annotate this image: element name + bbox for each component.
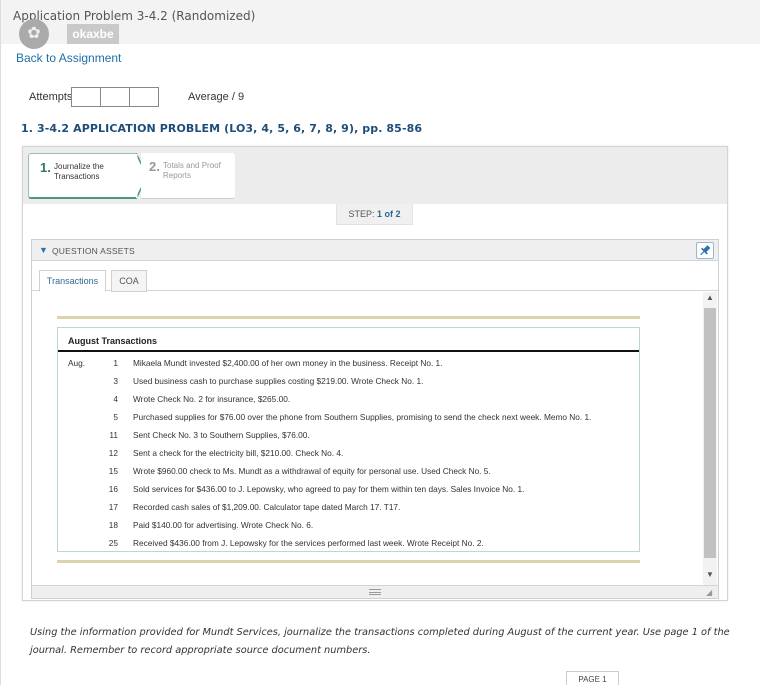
scroll-thumb[interactable]: [704, 308, 716, 558]
txn-description: Paid $140.00 for advertising. Wrote Chec…: [133, 520, 314, 530]
table-row: 17 Recorded cash sales of $1,209.00. Calc…: [58, 497, 639, 515]
table-row: 15 Wrote $960.00 check to Ms. Mundt as a …: [58, 461, 639, 479]
question-assets-panel: ▼ QUESTION ASSETS Transactions COA Augus…: [31, 239, 719, 599]
step-panel: 1. Journalize the Transactions 2. Totals…: [22, 146, 728, 601]
scroll-up-icon[interactable]: ▲: [706, 293, 714, 302]
back-to-assignment-link[interactable]: Back to Assignment: [16, 51, 121, 65]
tab-coa[interactable]: COA: [111, 270, 147, 292]
txn-description: Used business cash to purchase supplies …: [133, 376, 424, 386]
txn-day: 15: [108, 466, 118, 476]
step-indicator: STEP: 1 of 2: [336, 204, 413, 225]
table-row: 18 Paid $140.00 for advertising. Wrote Ch…: [58, 515, 639, 533]
table-row: 3 Used business cash to purchase supplies…: [58, 371, 639, 389]
step-tab-totals[interactable]: 2. Totals and Proof Reports: [141, 153, 235, 199]
page: Application Problem 3-4.2 (Randomized) ✿…: [0, 0, 760, 685]
instructions-text: Using the information provided for Mundt…: [30, 627, 730, 656]
attempt-boxes: [71, 87, 159, 107]
txn-description: Sent a check for the electricity bill, $…: [133, 448, 344, 458]
txn-description: Wrote Check No. 2 for insurance, $265.00…: [133, 394, 291, 404]
divider: [58, 350, 639, 352]
attempt-box: [100, 87, 130, 107]
txn-day: 17: [108, 502, 118, 512]
table-row: 12 Sent a check for the electricity bill,…: [58, 443, 639, 461]
problem-heading: 1. 3-4.2 APPLICATION PROBLEM (LO3, 4, 5,…: [21, 122, 423, 135]
average-label: Average / 9: [188, 91, 245, 103]
txn-day: 11: [109, 430, 118, 440]
attempts-label: Attempts: [29, 91, 73, 103]
step-indicator-prefix: STEP:: [348, 209, 377, 219]
txn-description: Wrote $960.00 check to Ms. Mundt as a wi…: [133, 466, 491, 476]
user-avatar-icon[interactable]: ✿: [19, 19, 49, 49]
caret-down-icon[interactable]: ▼: [39, 245, 48, 255]
table-row: 25 Received $436.00 from J. Lepowsky for …: [58, 533, 639, 551]
question-assets-title: QUESTION ASSETS: [52, 246, 135, 256]
question-assets-header[interactable]: ▼ QUESTION ASSETS: [32, 240, 718, 261]
pin-button[interactable]: [696, 242, 714, 259]
corner-resize-icon[interactable]: ◢: [706, 588, 712, 597]
table-row: 11 Sent Check No. 3 to Southern Supplies,…: [58, 425, 639, 443]
txn-description: Received $436.00 from J. Lepowsky for th…: [133, 538, 484, 548]
table-row: 4 Wrote Check No. 2 for insurance, $265.0…: [58, 389, 639, 407]
user-badge: okaxbe: [67, 24, 119, 44]
txn-day: 16: [108, 484, 118, 494]
user-glyph-icon: ✿: [27, 25, 41, 42]
tab-transactions[interactable]: Transactions: [39, 270, 106, 292]
txn-day: 3: [113, 376, 118, 386]
txn-day: 4: [113, 394, 118, 404]
accent-rule: [57, 316, 640, 319]
table-row: Aug. 1 Mikaela Mundt invested $2,400.00 of…: [58, 353, 639, 371]
step-tab-number: 2.: [149, 159, 160, 174]
attempt-box: [71, 87, 101, 107]
step-tab-label: Journalize the Transactions: [54, 162, 104, 181]
step-tab-label: Totals and Proof Reports: [163, 161, 221, 180]
txn-description: Recorded cash sales of $1,209.00. Calcul…: [133, 502, 401, 512]
journal-page-tab[interactable]: PAGE 1: [566, 671, 619, 685]
step-tab-number: 1.: [40, 160, 51, 175]
panel-resize-bar[interactable]: ◢: [32, 585, 718, 598]
accent-rule: [57, 560, 640, 563]
step-tab-journalize[interactable]: 1. Journalize the Transactions: [28, 153, 136, 199]
txn-description: Purchased supplies for $76.00 over the p…: [133, 412, 592, 422]
vertical-scrollbar[interactable]: ▲ ▼: [703, 292, 717, 585]
txn-day: 12: [108, 448, 118, 458]
step-tabs-bar: 1. Journalize the Transactions 2. Totals…: [23, 147, 727, 204]
txn-description: Sold services for $436.00 to J. Lepowsky…: [133, 484, 525, 494]
top-bar: Application Problem 3-4.2 (Randomized) ✿…: [1, 0, 760, 49]
txn-day: 25: [108, 538, 118, 548]
transactions-table: August Transactions Aug. 1 Mikaela Mundt i…: [57, 327, 640, 552]
app-title: Application Problem 3-4.2 (Randomized): [13, 9, 256, 23]
transactions-rows: Aug. 1 Mikaela Mundt invested $2,400.00 of…: [58, 353, 639, 551]
pin-icon: [700, 245, 711, 256]
scroll-down-icon[interactable]: ▼: [706, 570, 714, 579]
table-row: 5 Purchased supplies for $76.00 over the …: [58, 407, 639, 425]
step-indicator-value: 1 of 2: [377, 209, 401, 219]
txn-day: 1: [113, 358, 118, 368]
txn-description: Sent Check No. 3 to Southern Supplies, $…: [133, 430, 310, 440]
transactions-title: August Transactions: [68, 336, 158, 346]
asset-tabs-row: Transactions COA: [32, 261, 718, 292]
resize-grip-icon[interactable]: [369, 589, 381, 595]
txn-month: Aug.: [68, 358, 86, 368]
txn-day: 5: [113, 412, 118, 422]
txn-day: 18: [108, 520, 118, 530]
attempt-box: [129, 87, 159, 107]
txn-description: Mikaela Mundt invested $2,400.00 of her …: [133, 358, 443, 368]
assets-scroll-area[interactable]: August Transactions Aug. 1 Mikaela Mundt i…: [32, 292, 718, 585]
table-row: 16 Sold services for $436.00 to J. Lepows…: [58, 479, 639, 497]
